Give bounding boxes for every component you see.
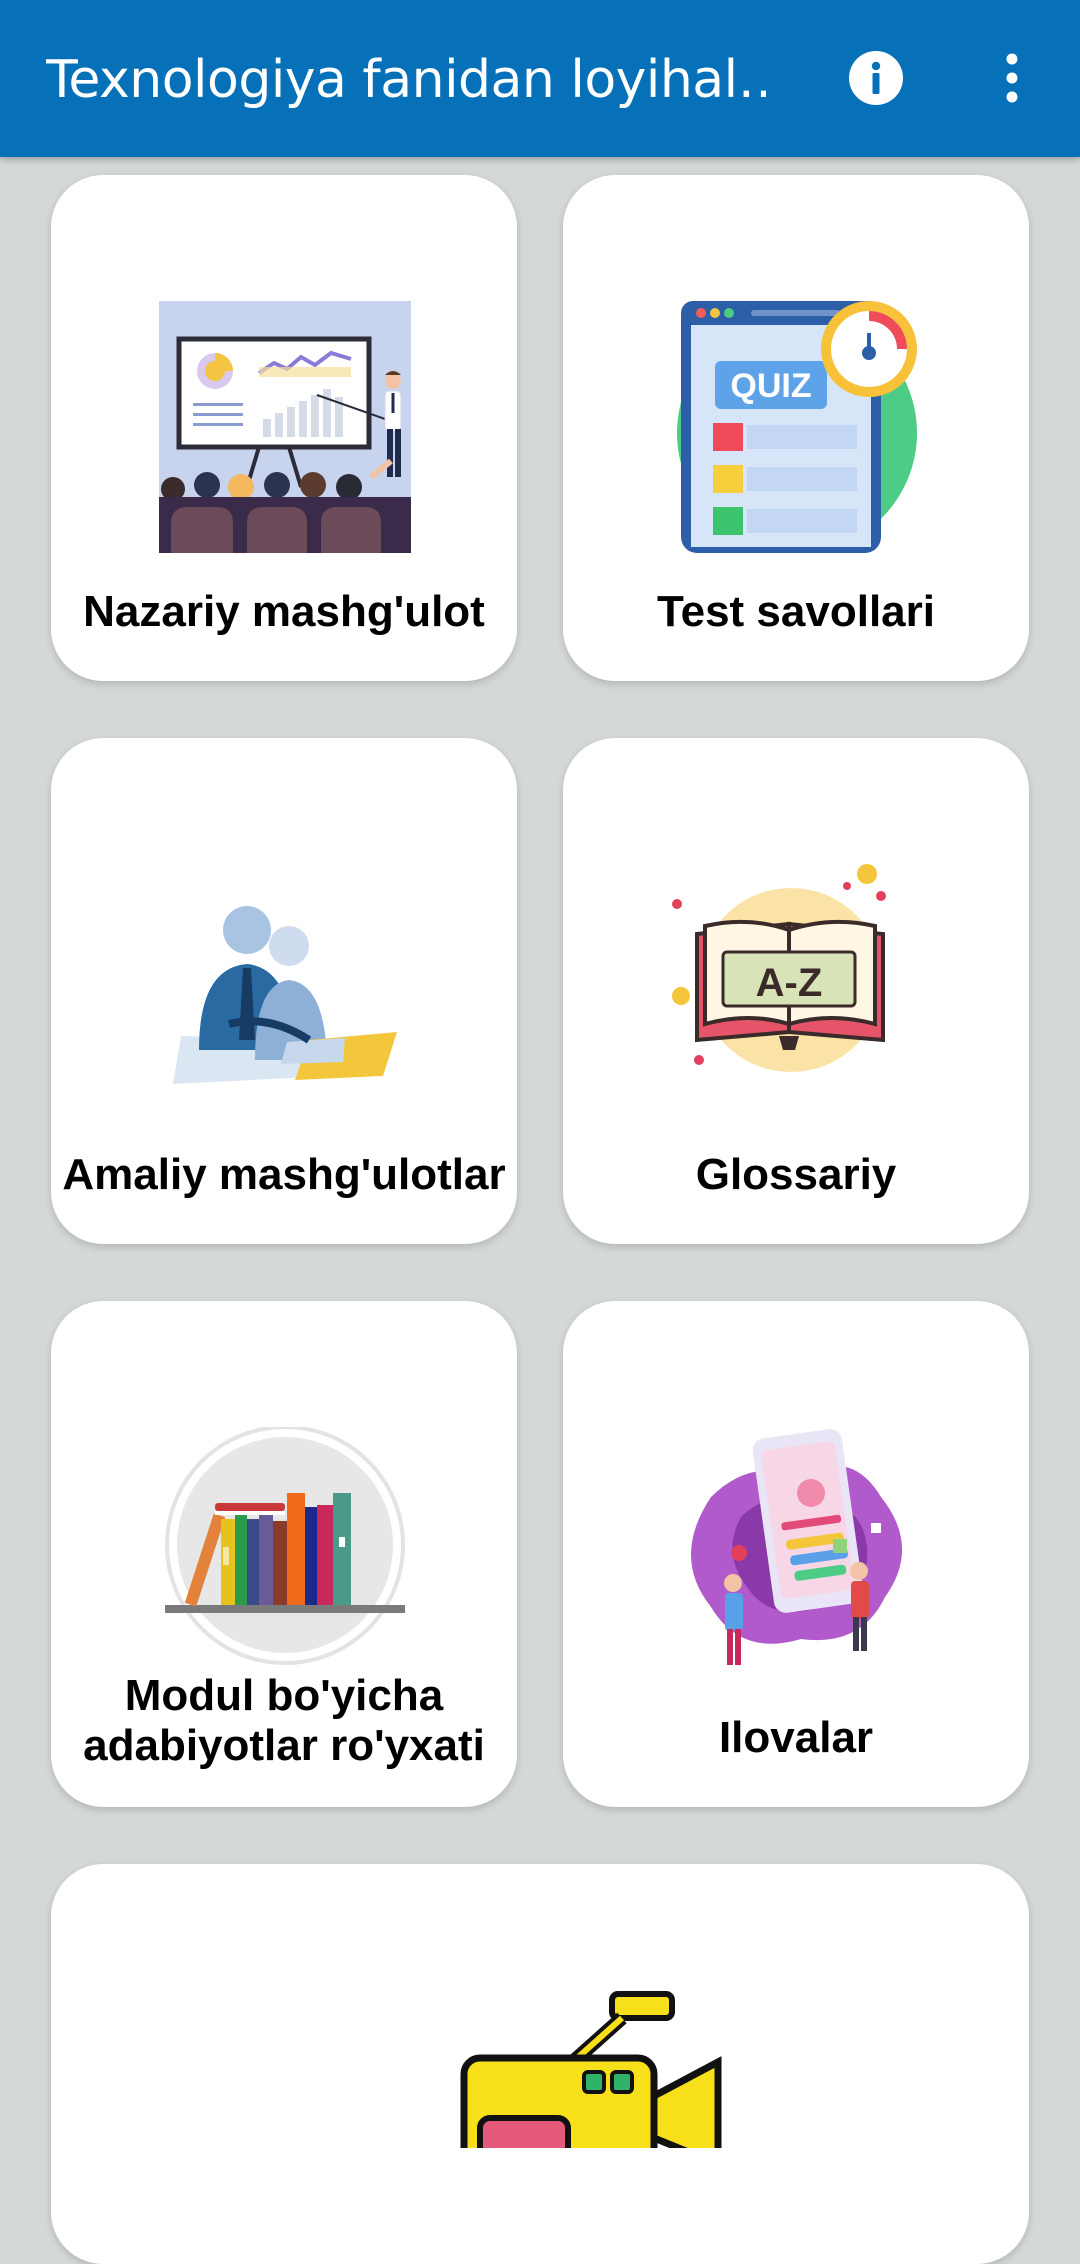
card-nazariy-mashgulot[interactable]: Nazariy mashg'ulot [51, 175, 517, 681]
card-label: Glossariy [695, 1150, 897, 1199]
card-adabiyotlar-royxati[interactable]: Modul bo'yicha adabiyotlar ro'yxati [51, 1301, 517, 1807]
card-label-line1: Modul bo'yicha [124, 1671, 444, 1720]
card-glossariy[interactable]: A-Z Glossariy [563, 738, 1029, 1244]
workers-illustration [173, 906, 397, 1084]
card-label: Modul bo'yicha adabiyotlar ro'yxati [51, 1671, 517, 1771]
card-label: Amaliy mashg'ulotlar [62, 1150, 506, 1199]
info-button[interactable] [836, 38, 916, 118]
overflow-menu-button[interactable] [972, 38, 1052, 118]
svg-text:QUIZ: QUIZ [730, 367, 811, 405]
card-test-savollari[interactable]: QUIZ Test savollari [563, 175, 1029, 681]
card-ilovalar[interactable]: Ilovalar [563, 1301, 1029, 1807]
mobile-apps-illustration [691, 1429, 903, 1665]
svg-text:A-Z: A-Z [756, 961, 823, 1005]
info-icon [849, 51, 903, 105]
card-label: Ilovalar [718, 1713, 874, 1762]
card-amaliy-mashgulotlar[interactable]: Amaliy mashg'ulotlar [51, 738, 517, 1244]
dictionary-illustration: A-Z [672, 864, 886, 1072]
card-label: Test savollari [657, 587, 935, 636]
card-label-line2: adabiyotlar ro'yxati [83, 1721, 485, 1770]
app-title: Texnologiya fanidan loyihal… [46, 50, 766, 110]
card-label: Nazariy mashg'ulot [83, 587, 485, 636]
card-video[interactable] [51, 1864, 1029, 2264]
books-illustration [165, 1427, 405, 1665]
quiz-illustration: QUIZ [677, 301, 917, 553]
more-vert-icon [1006, 53, 1018, 103]
video-camera-illustration [460, 1991, 722, 2148]
presentation-illustration [159, 301, 411, 553]
app-bar: Texnologiya fanidan loyihal… [0, 0, 1080, 157]
